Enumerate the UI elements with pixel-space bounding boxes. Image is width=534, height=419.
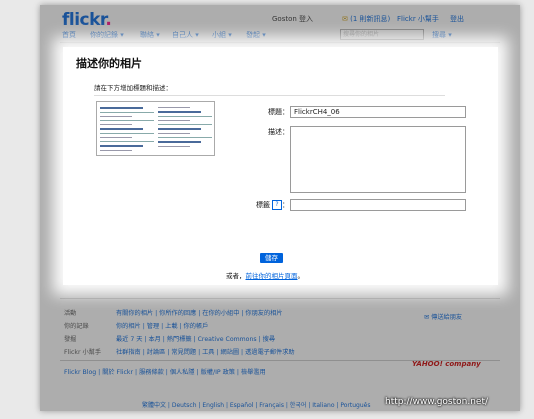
divider xyxy=(60,42,500,43)
nav-you[interactable]: 你的記錄 ▾ xyxy=(90,30,124,40)
flickr-page: flickr. Goston 登入 ✉ (1 則新訊息) Flickr 小幫手 … xyxy=(40,5,520,411)
yahoo-logo: YAHOO! company xyxy=(412,360,481,368)
send-to-friend-link[interactable]: ✉ 傳送給朋友 xyxy=(424,312,462,321)
search-input[interactable]: 搜尋你的相片 xyxy=(340,29,424,40)
flickr-logo[interactable]: flickr. xyxy=(62,10,112,30)
tags-input[interactable] xyxy=(290,199,466,211)
description-textarea[interactable] xyxy=(290,126,466,193)
footer-bottom-links[interactable]: Flickr Blog | 關於 Flickr | 服務條款 | 個人私隱 | … xyxy=(64,367,266,376)
instruction-text: 請在下方增加標題和描述： xyxy=(94,84,172,92)
language-links[interactable]: 繁體中文 | Deutsch | English | Español | Fra… xyxy=(142,400,370,409)
footer-label-explore: 發掘 xyxy=(64,336,77,343)
footer-label-you: 你的記錄 xyxy=(64,323,89,330)
nav-groups[interactable]: 小組 ▾ xyxy=(212,30,232,40)
nav-home[interactable]: 首頁 xyxy=(62,30,76,40)
help-icon[interactable]: ? xyxy=(272,200,282,210)
back-to-photos-link[interactable]: 前往你的相片頁面 xyxy=(246,272,298,280)
description-label: 描述： xyxy=(268,128,289,136)
mail-icon: ✉ xyxy=(424,314,430,321)
nav-friends[interactable]: 自己人 ▾ xyxy=(172,30,199,40)
divider xyxy=(94,95,445,96)
alternative-action: 或者，前往你的相片頁面。 xyxy=(226,272,304,280)
watermark: http://www.goston.net/ xyxy=(385,397,488,407)
title-input[interactable]: FlickrCH4_06 xyxy=(290,106,466,118)
tags-label: 標籤?： xyxy=(256,200,289,210)
signed-in-user: Goston 登入 xyxy=(272,15,314,23)
title-label: 標題： xyxy=(268,108,289,116)
divider xyxy=(60,298,500,299)
describe-photo-panel: 描述你的相片 請在下方增加標題和描述： 標題： FlickrCH4_06 描述：… xyxy=(63,47,498,285)
footer-label-activity: 活動 xyxy=(64,310,77,317)
footer-links-you[interactable]: 你的相片 | 管理 | 上載 | 你的帳戶 xyxy=(116,321,208,330)
footer-links-activity[interactable]: 有關你的相片 | 你所作的回應 | 在你的小組中 | 你朋友的相片 xyxy=(116,308,283,317)
footer-label-help: Flickr 小幫手 xyxy=(64,349,102,356)
footer-links-help[interactable]: 社群指南 | 討論區 | 常見問題 | 工具 | 網站圖 | 透過電子郵件求助 xyxy=(116,347,295,356)
logout-link[interactable]: 登出 xyxy=(450,14,464,24)
help-link[interactable]: Flickr 小幫手 xyxy=(397,14,439,24)
page-title: 描述你的相片 xyxy=(76,57,142,70)
nav-contacts[interactable]: 聯絡 ▾ xyxy=(140,30,160,40)
nav-explore[interactable]: 發起 ▾ xyxy=(246,30,266,40)
messages-link[interactable]: ✉ (1 則新訊息) xyxy=(342,14,390,24)
search-button[interactable]: 搜尋 ▾ xyxy=(432,30,452,40)
mail-icon: ✉ xyxy=(342,15,348,23)
save-button[interactable]: 儲存 xyxy=(260,253,283,263)
photo-thumbnail[interactable] xyxy=(96,101,215,156)
footer-links-explore[interactable]: 最近 7 天 | 本月 | 熱門標籤 | Creative Commons | … xyxy=(116,334,275,343)
